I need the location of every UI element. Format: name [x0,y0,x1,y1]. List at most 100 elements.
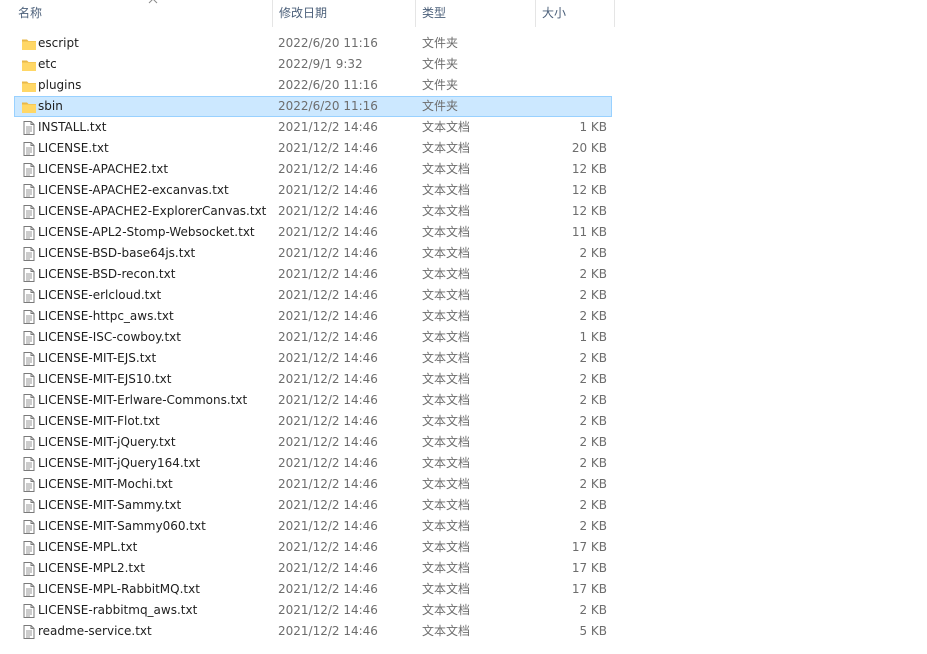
file-row[interactable]: LICENSE-MPL.txt 2021/12/2 14:46 文本文档 17 KB [14,537,612,558]
item-type: 文本文档 [422,141,471,155]
item-name: LICENSE-erlcloud.txt [38,288,162,302]
folder-row[interactable]: plugins 2022/6/20 11:16 文件夹 [14,75,612,96]
item-modified-date: 2021/12/2 14:46 [278,477,378,491]
item-modified-date: 2021/12/2 14:46 [278,183,378,197]
file-row[interactable]: LICENSE-MIT-jQuery164.txt 2021/12/2 14:46… [14,453,612,474]
text-file-icon [21,288,37,304]
item-modified-date: 2021/12/2 14:46 [278,603,378,617]
item-name: LICENSE-rabbitmq_aws.txt [38,603,198,617]
file-row[interactable]: LICENSE-APACHE2-ExplorerCanvas.txt 2021/1… [14,201,612,222]
item-type: 文本文档 [422,330,471,344]
item-type: 文件夹 [422,36,459,50]
item-name: LICENSE-MPL2.txt [38,561,145,575]
column-header-size[interactable]: 大小 [535,0,615,27]
item-type: 文本文档 [422,477,471,491]
item-type: 文本文档 [422,582,471,596]
item-modified-date: 2022/9/1 9:32 [278,57,363,71]
item-modified-date: 2021/12/2 14:46 [278,372,378,386]
item-name: LICENSE-MIT-Mochi.txt [38,477,173,491]
item-size: 17 KB [571,582,607,596]
item-name: LICENSE-BSD-base64js.txt [38,246,196,260]
item-name: LICENSE-MIT-Flot.txt [38,414,160,428]
file-row[interactable]: LICENSE-MIT-EJS10.txt 2021/12/2 14:46 文本文档… [14,369,612,390]
column-header-name[interactable]: 名称 [12,0,270,27]
file-row[interactable]: LICENSE-BSD-base64js.txt 2021/12/2 14:46 文… [14,243,612,264]
folder-row[interactable]: etc 2022/9/1 9:32 文件夹 [14,54,612,75]
item-modified-date: 2021/12/2 14:46 [278,582,378,596]
folder-row[interactable]: escript 2022/6/20 11:16 文件夹 [14,33,612,54]
folder-icon [21,57,37,73]
item-modified-date: 2021/12/2 14:46 [278,561,378,575]
item-size: 2 KB [579,267,607,281]
item-type: 文件夹 [422,99,459,113]
file-row[interactable]: LICENSE-APL2-Stomp-Websocket.txt 2021/12/… [14,222,612,243]
item-name: LICENSE-MIT-EJS10.txt [38,372,172,386]
item-size: 17 KB [571,561,607,575]
item-size: 5 KB [579,624,607,638]
text-file-icon [21,624,37,640]
item-modified-date: 2021/12/2 14:46 [278,141,378,155]
column-header-bar: 名称 修改日期 类型 大小 [0,0,616,27]
text-file-icon [21,372,37,388]
file-row[interactable]: LICENSE-APACHE2.txt 2021/12/2 14:46 文本文档 12… [14,159,612,180]
file-row[interactable]: LICENSE-httpc_aws.txt 2021/12/2 14:46 文本文档… [14,306,612,327]
item-name: LICENSE-MPL-RabbitMQ.txt [38,582,200,596]
folder-row[interactable]: sbin 2022/6/20 11:16 文件夹 [14,96,612,117]
file-row[interactable]: LICENSE-ISC-cowboy.txt 2021/12/2 14:46 文本文… [14,327,612,348]
file-row[interactable]: INSTALL.txt 2021/12/2 14:46 文本文档 1 KB [14,117,612,138]
column-header-type[interactable]: 类型 [415,0,535,27]
column-header-date-label: 修改日期 [279,6,328,20]
item-type: 文本文档 [422,351,471,365]
item-size: 2 KB [579,456,607,470]
text-file-icon [21,519,37,535]
item-type: 文本文档 [422,204,471,218]
file-row[interactable]: LICENSE-MIT-Flot.txt 2021/12/2 14:46 文本文档 2… [14,411,612,432]
file-row[interactable]: LICENSE-rabbitmq_aws.txt 2021/12/2 14:46 文… [14,600,612,621]
item-name: LICENSE-APACHE2.txt [38,162,169,176]
text-file-icon [21,141,37,157]
item-modified-date: 2021/12/2 14:46 [278,456,378,470]
item-size: 11 KB [571,225,607,239]
file-row[interactable]: LICENSE-MIT-Sammy.txt 2021/12/2 14:46 文本文档… [14,495,612,516]
file-row[interactable]: LICENSE-MIT-EJS.txt 2021/12/2 14:46 文本文档 2 … [14,348,612,369]
item-modified-date: 2021/12/2 14:46 [278,414,378,428]
item-modified-date: 2021/12/2 14:46 [278,288,378,302]
text-file-icon [21,498,37,514]
item-modified-date: 2021/12/2 14:46 [278,120,378,134]
item-name: INSTALL.txt [38,120,107,134]
column-header-name-label: 名称 [18,6,43,20]
file-row[interactable]: LICENSE-MIT-jQuery.txt 2021/12/2 14:46 文本文… [14,432,612,453]
file-row[interactable]: LICENSE-erlcloud.txt 2021/12/2 14:46 文本文档 2… [14,285,612,306]
item-type: 文本文档 [422,414,471,428]
item-size: 2 KB [579,477,607,491]
text-file-icon [21,456,37,472]
text-file-icon [21,162,37,178]
file-row[interactable]: LICENSE-MIT-Erlware-Commons.txt 2021/12/2… [14,390,612,411]
item-size: 2 KB [579,414,607,428]
text-file-icon [21,393,37,409]
item-type: 文本文档 [422,183,471,197]
file-row[interactable]: LICENSE-MIT-Sammy060.txt 2021/12/2 14:46 文… [14,516,612,537]
text-file-icon [21,246,37,262]
item-size: 2 KB [579,519,607,533]
file-row[interactable]: LICENSE-MPL-RabbitMQ.txt 2021/12/2 14:46 文… [14,579,612,600]
text-file-icon [21,582,37,598]
file-row[interactable]: LICENSE-BSD-recon.txt 2021/12/2 14:46 文本文档… [14,264,612,285]
text-file-icon [21,120,37,136]
item-modified-date: 2021/12/2 14:46 [278,204,378,218]
file-row[interactable]: LICENSE-MPL2.txt 2021/12/2 14:46 文本文档 17 KB [14,558,612,579]
item-type: 文本文档 [422,540,471,554]
item-type: 文本文档 [422,456,471,470]
item-modified-date: 2021/12/2 14:46 [278,267,378,281]
folder-icon [21,36,37,52]
file-row[interactable]: LICENSE-MIT-Mochi.txt 2021/12/2 14:46 文本文档… [14,474,612,495]
file-row[interactable]: readme-service.txt 2021/12/2 14:46 文本文档 5 K… [14,621,612,642]
file-row[interactable]: LICENSE-APACHE2-excanvas.txt 2021/12/2 14… [14,180,612,201]
text-file-icon [21,267,37,283]
text-file-icon [21,351,37,367]
item-name: sbin [38,99,63,113]
file-row[interactable]: LICENSE.txt 2021/12/2 14:46 文本文档 20 KB [14,138,612,159]
sort-ascending-icon [148,0,158,4]
column-header-date[interactable]: 修改日期 [272,0,414,27]
item-modified-date: 2022/6/20 11:16 [278,99,378,113]
